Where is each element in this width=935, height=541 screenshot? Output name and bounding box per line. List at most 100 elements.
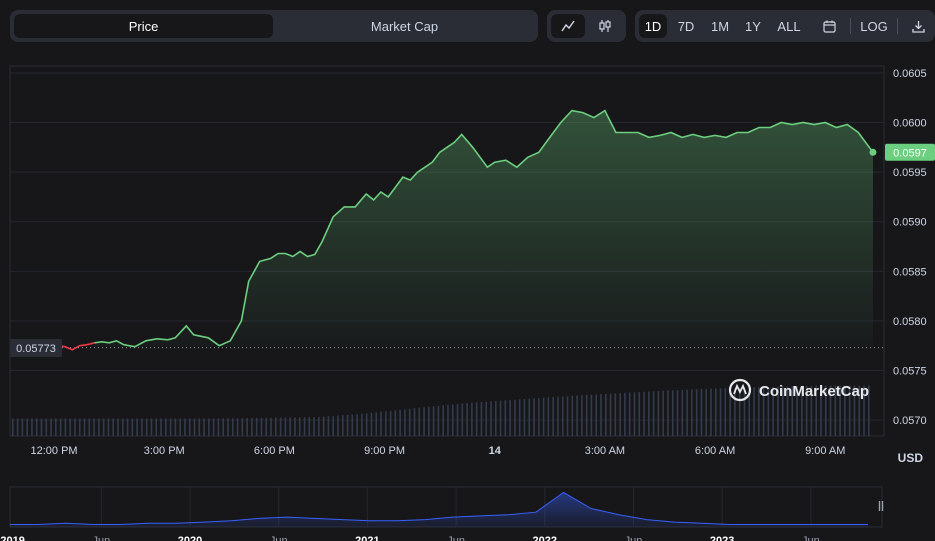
- volume-bar: [408, 408, 411, 436]
- navigator-tick-label: Jun: [270, 535, 288, 541]
- volume-bar: [714, 388, 717, 436]
- volume-bar: [561, 396, 564, 436]
- volume-bar: [308, 417, 311, 436]
- volume-bar: [662, 390, 664, 436]
- volume-bar: [121, 418, 124, 436]
- coinmarketcap-logo: CoinMarketCap: [728, 378, 869, 402]
- volume-bar: [385, 411, 387, 436]
- volume-bar: [356, 414, 358, 436]
- volume-bar: [275, 417, 277, 436]
- volume-bar: [50, 418, 52, 436]
- volume-bar: [337, 415, 339, 436]
- volume-bar: [341, 415, 344, 436]
- volume-bar: [313, 417, 315, 436]
- volume-bar: [208, 418, 210, 436]
- volume-bar: [557, 396, 559, 436]
- volume-bar: [31, 418, 33, 436]
- volume-bar: [389, 410, 392, 436]
- volume-bar: [351, 414, 354, 436]
- volume-bar: [442, 405, 444, 436]
- volume-bar: [141, 418, 143, 436]
- volume-bar: [494, 401, 497, 436]
- volume-bar: [609, 393, 612, 436]
- volume-bar: [671, 390, 674, 436]
- volume-bar: [619, 393, 621, 436]
- volume-bar: [160, 418, 162, 436]
- volume-bar: [652, 391, 655, 436]
- navigator-tick-label: 2022: [533, 535, 557, 541]
- volume-bar: [504, 400, 507, 436]
- volume-bar: [691, 389, 693, 436]
- volume-bar: [198, 418, 201, 436]
- volume-bar: [21, 418, 24, 436]
- volume-bar: [117, 418, 119, 436]
- volume-bar: [231, 418, 234, 436]
- current-price-label: 0.0597: [893, 147, 927, 159]
- volume-bar: [174, 418, 177, 436]
- volume-bar: [456, 403, 459, 436]
- volume-bar: [74, 418, 76, 436]
- volume-bar: [552, 397, 554, 436]
- open-price-label: 0.05773: [16, 343, 56, 355]
- volume-bar: [145, 418, 148, 436]
- volume-bar: [542, 397, 545, 436]
- currency-label: USD: [897, 451, 923, 465]
- volume-bar: [246, 418, 248, 436]
- volume-bar: [466, 403, 468, 436]
- volume-bar: [322, 416, 325, 436]
- volume-bar: [184, 418, 186, 436]
- volume-bar: [581, 395, 583, 436]
- volume-bar: [303, 417, 306, 436]
- navigator-tick-label: Jun: [802, 535, 820, 541]
- volume-bar: [734, 387, 736, 436]
- volume-bar: [471, 402, 473, 436]
- volume-bar: [332, 415, 335, 436]
- volume-bar: [12, 418, 14, 436]
- volume-bar: [294, 417, 296, 436]
- volume-bar: [365, 413, 368, 436]
- y-tick-label: 0.0595: [893, 167, 927, 179]
- volume-bar: [624, 392, 626, 436]
- volume-bar: [78, 418, 81, 436]
- volume-bar: [681, 389, 684, 436]
- volume-bar: [212, 418, 215, 436]
- volume-bar: [743, 387, 746, 436]
- volume-bar: [451, 404, 454, 436]
- volume-bar: [45, 418, 48, 436]
- volume-bar: [318, 416, 320, 436]
- volume-bar: [155, 418, 158, 436]
- navigator-handle[interactable]: [876, 498, 886, 514]
- x-tick-label: 9:00 PM: [364, 445, 405, 457]
- volume-bar: [241, 418, 244, 436]
- volume-bar: [361, 413, 363, 436]
- volume-bar: [571, 395, 574, 436]
- volume-bar: [628, 392, 631, 436]
- volume-bar: [370, 412, 373, 436]
- navigator-tick-label: 2019: [0, 535, 24, 541]
- volume-bar: [169, 418, 172, 436]
- navigator-tick-label: 2020: [178, 535, 202, 541]
- volume-bar: [93, 418, 95, 436]
- y-tick-label: 0.0580: [893, 316, 927, 328]
- volume-bar: [270, 417, 272, 436]
- volume-bar: [265, 417, 268, 436]
- volume-bar: [69, 418, 71, 436]
- volume-bar: [102, 418, 105, 436]
- y-tick-label: 0.0585: [893, 266, 927, 278]
- volume-bar: [255, 417, 258, 436]
- volume-bar: [724, 388, 727, 436]
- volume-bar: [480, 402, 483, 436]
- volume-bar: [432, 406, 435, 436]
- volume-bar: [547, 397, 550, 436]
- volume-bar: [523, 399, 526, 436]
- volume-bar: [595, 394, 598, 436]
- volume-bar: [533, 398, 535, 436]
- volume-bar: [566, 396, 569, 436]
- volume-bar: [179, 418, 181, 436]
- volume-bar: [528, 398, 531, 436]
- volume-bar: [643, 391, 645, 436]
- volume-bar: [753, 387, 755, 436]
- volume-bar: [260, 417, 263, 436]
- volume-bar: [404, 409, 406, 436]
- y-tick-label: 0.0590: [893, 217, 927, 229]
